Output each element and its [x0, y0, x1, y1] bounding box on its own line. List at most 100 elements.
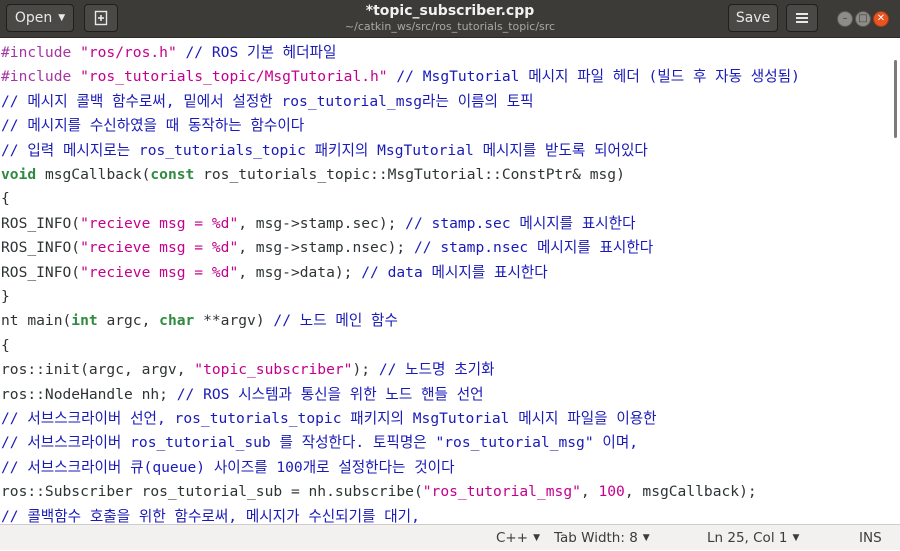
code-token: , msg->data); — [238, 263, 362, 281]
status-bar: C++ ▼ Tab Width: 8 ▼ Ln 25, Col 1 ▼ INS — [0, 524, 900, 550]
code-line[interactable]: ros::Subscriber ros_tutorial_sub = nh.su… — [1, 480, 757, 504]
code-token: "recieve msg = %d" — [80, 239, 239, 257]
code-token: // 서브스크라이버 ros_tutorial_sub 를 작성한다. 토픽명은… — [1, 434, 639, 452]
code-token: , — [580, 483, 599, 501]
insert-mode-label: INS — [859, 530, 882, 546]
code-token: // 입력 메시지로는 ros_tutorials_topic 패키지의 Msg… — [1, 141, 648, 159]
open-button[interactable]: Open ▼ — [6, 4, 74, 32]
code-line[interactable]: // 입력 메시지로는 ros_tutorials_topic 패키지의 Msg… — [1, 139, 648, 163]
code-line[interactable]: { — [1, 187, 10, 211]
code-token: const — [150, 166, 195, 183]
chevron-down-icon: ▼ — [642, 533, 650, 543]
code-token: // 노드 메인 함수 — [273, 312, 398, 330]
save-button[interactable]: Save — [728, 4, 778, 32]
code-token: { — [1, 190, 10, 208]
minimize-icon: – — [842, 13, 848, 24]
code-line[interactable]: ROS_INFO("recieve msg = %d", msg->stamp.… — [1, 212, 636, 236]
code-token: ros::Subscriber ros_tutorial_sub = nh.su… — [1, 483, 423, 501]
code-token: 100 — [598, 483, 625, 501]
code-line[interactable]: void msgCallback(const ros_tutorials_top… — [1, 163, 625, 187]
close-button[interactable]: ✕ — [873, 11, 889, 27]
code-token: "topic_subscriber" — [194, 361, 353, 379]
header-bar: Open ▼ *topic_subscriber.cpp ~/catkin_ws… — [0, 0, 900, 38]
code-token: ROS_INFO( — [1, 263, 81, 281]
minimize-button[interactable]: – — [837, 11, 853, 27]
code-token: ros_tutorials_topic::MsgTutorial::ConstP… — [194, 166, 625, 183]
language-selector[interactable]: C++ ▼ — [496, 525, 540, 551]
maximize-icon: □ — [858, 13, 868, 24]
code-line[interactable]: } — [1, 285, 10, 309]
code-line[interactable]: // 메시지 콜백 함수로써, 밑에서 설정한 ros_tutorial_msg… — [1, 90, 534, 114]
tab-width-selector[interactable]: Tab Width: 8 ▼ — [554, 525, 650, 551]
code-token: "ros/ros.h" — [80, 44, 177, 61]
code-line[interactable]: nt main(int argc, char **argv) // 노드 메인 … — [1, 309, 398, 333]
open-button-label: Open — [14, 10, 53, 26]
code-token: void — [1, 166, 37, 183]
code-token: // MsgTutorial 메시지 파일 헤더 (빌드 후 자동 생성됨) — [387, 68, 800, 86]
code-token: msgCallback( — [36, 166, 151, 183]
chevron-down-icon: ▼ — [533, 533, 540, 543]
code-line[interactable]: ros::NodeHandle nh; // ROS 시스템과 통신을 위한 노… — [1, 383, 484, 407]
code-token: argc, — [97, 312, 160, 330]
window-title: *topic_subscriber.cpp ~/catkin_ws/src/ro… — [250, 2, 650, 34]
save-button-label: Save — [735, 10, 771, 26]
new-document-button[interactable] — [84, 4, 118, 32]
code-token: // 메시지를 수신하였을 때 동작하는 함수이다 — [1, 117, 305, 135]
code-token: ); — [352, 361, 379, 379]
code-editor[interactable]: #include "ros/ros.h" // ROS 기본 헤더파일 #incl… — [0, 39, 890, 524]
code-token: int — [71, 312, 98, 330]
code-token: , msgCallback); — [624, 483, 757, 501]
code-token: #include — [1, 44, 81, 61]
code-line[interactable]: // 서브스크라이버 ros_tutorial_sub 를 작성한다. 토픽명은… — [1, 431, 638, 455]
code-token: // 서브스크라이버 큐(queue) 사이즈를 100개로 설정한다는 것이다 — [1, 458, 455, 476]
chevron-down-icon: ▼ — [58, 13, 66, 23]
code-token: // stamp.nsec 메시지를 표시한다 — [413, 239, 654, 257]
code-line[interactable]: // 콜백함수 호출을 위한 함수로써, 메시지가 수신되기를 대기, — [1, 505, 420, 524]
code-token: ROS_INFO( — [1, 239, 81, 257]
code-line[interactable]: // 서브스크라이버 큐(queue) 사이즈를 100개로 설정한다는 것이다 — [1, 456, 455, 480]
code-token: "ros_tutorials_topic/MsgTutorial.h" — [80, 68, 388, 86]
code-token: // ROS 시스템과 통신을 위한 노드 핸들 선언 — [176, 385, 484, 403]
code-token: ROS_INFO( — [1, 214, 81, 232]
code-line[interactable]: // 서브스크라이버 선언, ros_tutorials_topic 패키지의 … — [1, 407, 657, 431]
cursor-position-selector[interactable]: Ln 25, Col 1 ▼ — [707, 525, 799, 551]
code-token: #include — [1, 68, 81, 86]
new-document-icon — [94, 10, 108, 26]
code-token: } — [1, 288, 10, 305]
code-token: nt main( — [1, 312, 72, 330]
code-token: // 콜백함수 호출을 위한 함수로써, 메시지가 수신되기를 대기, — [1, 507, 420, 524]
close-icon: ✕ — [876, 13, 886, 24]
chevron-down-icon: ▼ — [792, 533, 800, 543]
code-token: "recieve msg = %d" — [80, 214, 239, 232]
maximize-button[interactable]: □ — [855, 11, 871, 27]
code-token: , msg->stamp.nsec); — [238, 239, 414, 257]
code-token: char — [159, 312, 195, 330]
document-title: *topic_subscriber.cpp — [365, 3, 535, 19]
code-token: **argv) — [194, 312, 274, 330]
code-line[interactable]: ROS_INFO("recieve msg = %d", msg->data);… — [1, 261, 548, 285]
code-token: { — [1, 336, 10, 354]
code-token: // 서브스크라이버 선언, ros_tutorials_topic 패키지의 … — [1, 410, 657, 427]
code-token: // 노드명 초기화 — [378, 361, 495, 379]
code-line[interactable]: #include "ros_tutorials_topic/MsgTutoria… — [1, 65, 800, 89]
menu-button[interactable] — [786, 4, 818, 32]
code-token: // data 메시지를 표시한다 — [361, 263, 548, 281]
code-token: ros::init(argc, argv, — [1, 361, 195, 379]
cursor-position-label: Ln 25, Col 1 — [707, 530, 788, 546]
code-token: // 메시지 콜백 함수로써, 밑에서 설정한 ros_tutorial_msg… — [1, 92, 534, 110]
document-path: ~/catkin_ws/src/ros_tutorials_topic/src — [344, 20, 556, 33]
code-line[interactable]: { — [1, 334, 10, 358]
insert-mode-indicator: INS — [859, 525, 882, 551]
code-line[interactable]: // 메시지를 수신하였을 때 동작하는 함수이다 — [1, 114, 304, 138]
tab-width-label: Tab Width: 8 — [554, 530, 638, 546]
vertical-scrollbar[interactable] — [894, 60, 897, 138]
code-line[interactable]: ROS_INFO("recieve msg = %d", msg->stamp.… — [1, 236, 653, 260]
code-line[interactable]: #include "ros/ros.h" // ROS 기본 헤더파일 — [1, 41, 336, 65]
code-token: // stamp.sec 메시지를 표시한다 — [405, 214, 636, 232]
code-token: "ros_tutorial_msg" — [422, 483, 581, 501]
code-token: // ROS 기본 헤더파일 — [176, 44, 337, 61]
hamburger-menu-icon — [796, 13, 808, 23]
code-token: , msg->stamp.sec); — [238, 214, 406, 232]
code-token: ros::NodeHandle nh; — [1, 385, 177, 403]
code-line[interactable]: ros::init(argc, argv, "topic_subscriber"… — [1, 358, 495, 382]
